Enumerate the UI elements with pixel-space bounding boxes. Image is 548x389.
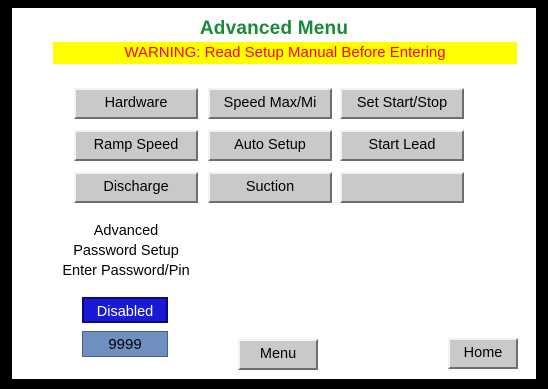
ramp-speed-button[interactable]: Ramp Speed <box>74 130 198 161</box>
start-lead-button[interactable]: Start Lead <box>340 130 464 161</box>
menu-button[interactable]: Menu <box>238 339 318 370</box>
suction-button[interactable]: Suction <box>208 172 332 203</box>
discharge-button[interactable]: Discharge <box>74 172 198 203</box>
hardware-button[interactable]: Hardware <box>74 88 198 119</box>
hmi-screen: Advanced Menu WARNING: Read Setup Manual… <box>12 8 536 379</box>
password-status-button[interactable]: Disabled <box>82 297 168 323</box>
auto-setup-button[interactable]: Auto Setup <box>208 130 332 161</box>
page-title: Advanced Menu <box>199 18 349 39</box>
password-label-line3: Enter Password/Pin <box>62 263 190 279</box>
password-label-line1: Advanced <box>93 223 159 239</box>
warning-banner: WARNING: Read Setup Manual Before Enteri… <box>53 42 517 64</box>
bezel-bottom <box>0 379 548 389</box>
pin-input[interactable]: 9999 <box>82 331 168 357</box>
set-start-stop-button[interactable]: Set Start/Stop <box>340 88 464 119</box>
home-button[interactable]: Home <box>448 338 518 369</box>
password-label-line2: Password Setup <box>73 243 179 259</box>
blank-button[interactable] <box>340 172 464 203</box>
speed-max-button[interactable]: Speed Max/Mi <box>208 88 332 119</box>
